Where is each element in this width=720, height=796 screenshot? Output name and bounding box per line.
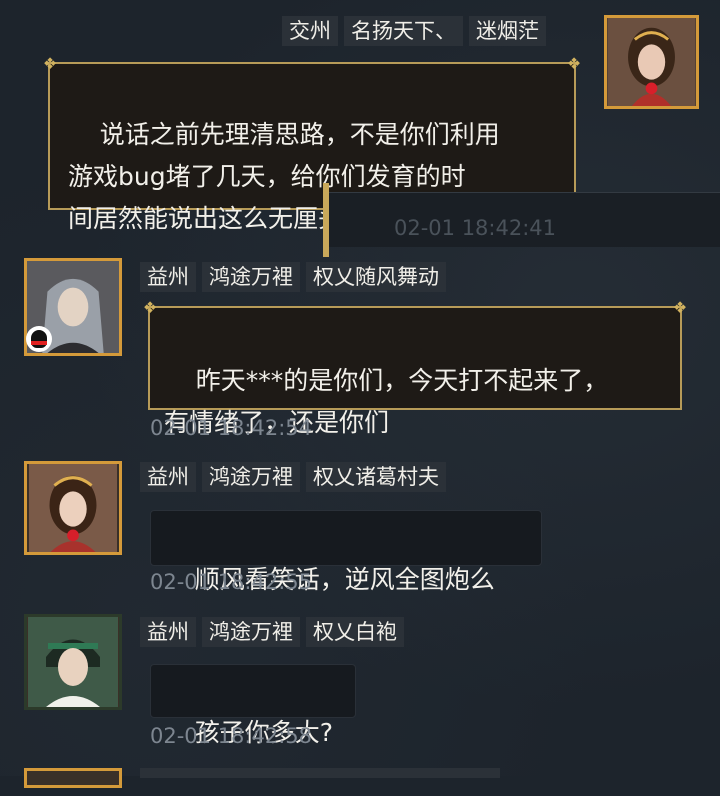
sender-tags: 交州 名扬天下、 迷烟茫 [282,16,546,46]
player-name-tag[interactable]: 权乂诸葛村夫 [306,462,446,492]
message-time: 02-01 18:42:54 [150,416,313,440]
avatar[interactable] [24,768,122,788]
server-tag[interactable]: 益州 [140,617,196,647]
message-time: 02-01 18:42:55 [150,570,313,594]
ornament-icon: ❖ [142,298,158,317]
ornament-icon: ❖ [566,54,582,73]
avatar[interactable] [604,15,699,109]
server-tag[interactable]: 益州 [140,262,196,292]
message-bubble[interactable]: 昨天***的是你们，今天打不起来了， 有情绪了，还是你们 ❖ ❖ [143,298,687,437]
guild-tag[interactable]: 名扬天下、 [344,16,463,46]
message-bubble[interactable]: 顺风看笑话，逆风全图炮么 [150,510,542,594]
sender-tags [140,768,500,778]
guild-tag[interactable]: 鸿途万裡 [202,462,300,492]
player-name-tag[interactable]: 迷烟茫 [469,16,546,46]
message-bubble[interactable]: 孩子你多大? [150,664,356,747]
ornament-icon: ❖ [42,54,58,73]
server-tag[interactable]: 交州 [282,16,338,46]
player-name-tag[interactable]: 权乂随风舞动 [306,262,446,292]
server-tag[interactable]: 益州 [140,462,196,492]
message-bubble[interactable]: 说话之前先理清思路，不是你们利用 游戏bug堵了几天，给你们发育的时 间居然能说… [43,54,581,233]
sender-tags: 益州 鸿途万裡 权乂白袍 [140,617,404,647]
message-time: 02-01 18:42:41 [394,216,557,240]
qq-icon [26,326,52,352]
guild-tag[interactable]: 鸿途万裡 [202,617,300,647]
ornament-icon: ❖ [672,298,688,317]
avatar[interactable] [24,614,122,710]
guild-tag[interactable]: 鸿途万裡 [202,262,300,292]
divider [323,183,329,257]
portrait-icon [607,18,696,106]
player-name-tag[interactable]: 权乂白袍 [306,617,404,647]
avatar[interactable] [24,461,122,555]
message-time: 02-01 18:42:58 [150,724,313,748]
portrait-icon [28,617,118,707]
sender-tags: 益州 鸿途万裡 权乂随风舞动 [140,262,446,292]
portrait-icon [29,464,117,552]
sender-tags: 益州 鸿途万裡 权乂诸葛村夫 [140,462,446,492]
